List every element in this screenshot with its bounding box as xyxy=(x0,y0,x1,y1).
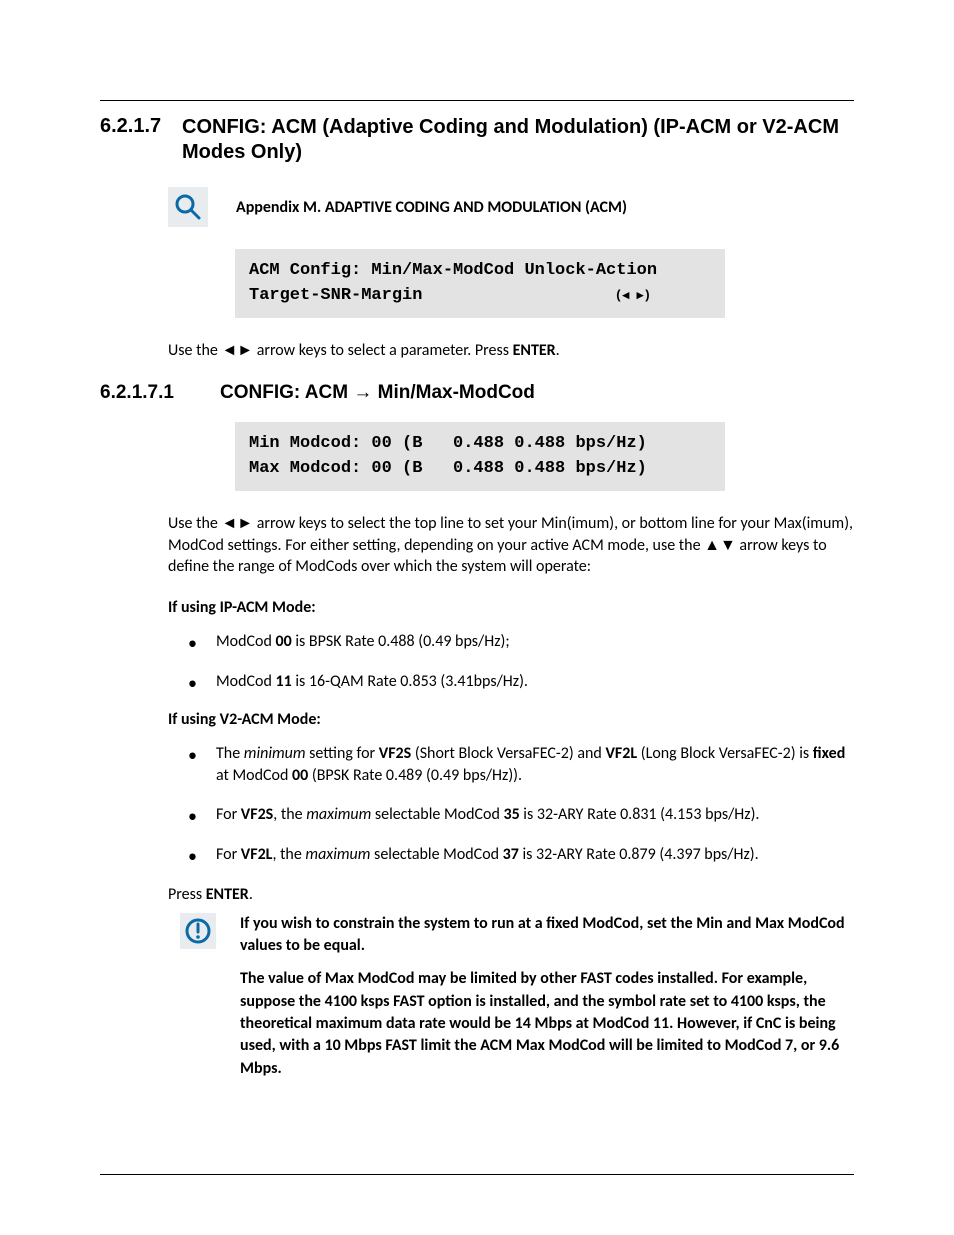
text: The xyxy=(216,744,244,763)
enter-key-label: ENTER xyxy=(513,341,556,360)
subsection-number: 6.2.1.7.1 xyxy=(100,382,220,404)
bottom-rule xyxy=(100,1174,854,1175)
lcd-display-acm-config: ACM Config: Min/Max-ModCod Unlock-Action… xyxy=(235,249,725,318)
list-item: ModCod 00 is BPSK Rate 0.488 (0.49 bps/H… xyxy=(188,631,854,653)
text: is 32-ARY Rate 0.879 (4.397 bps/Hz). xyxy=(519,845,759,864)
text: Press xyxy=(168,885,206,904)
italic-text: minimum xyxy=(244,744,306,763)
text: Min/Max-ModCod xyxy=(372,382,535,403)
list-item: For VF2S, the maximum selectable ModCod … xyxy=(188,804,854,826)
v2-acm-mode-label: If using V2-ACM Mode: xyxy=(168,710,854,729)
code1-line2-left: Target-SNR-Margin xyxy=(249,286,422,305)
left-right-arrows-icon: ◄► xyxy=(221,342,253,359)
right-arrow-icon: → xyxy=(353,382,372,403)
text: Use the xyxy=(168,341,221,360)
v2-acm-bullet-list: The minimum setting for VF2S (Short Bloc… xyxy=(188,743,854,865)
modcod-value: 00 xyxy=(276,632,292,651)
note-text-2: The value of Max ModCod may be limited b… xyxy=(240,968,854,1080)
text: is BPSK Rate 0.488 (0.49 bps/Hz); xyxy=(292,632,510,651)
section-heading: 6.2.1.7 CONFIG: ACM (Adaptive Coding and… xyxy=(100,115,854,165)
up-down-arrows-icon: ▲▼ xyxy=(704,537,736,554)
list-item: ModCod 11 is 16-QAM Rate 0.853 (3.41bps/… xyxy=(188,671,854,693)
appendix-row: Appendix M. ADAPTIVE CODING AND MODULATI… xyxy=(168,187,854,227)
top-rule xyxy=(100,100,854,101)
bold-text: 00 xyxy=(292,766,308,785)
appendix-label: Appendix M. ADAPTIVE CODING AND MODULATI… xyxy=(236,198,627,217)
list-item: The minimum setting for VF2S (Short Bloc… xyxy=(188,743,854,786)
text: , the xyxy=(272,845,305,864)
text: (BPSK Rate 0.489 (0.49 bps/Hz)). xyxy=(308,766,522,785)
text: . xyxy=(249,885,253,904)
text: (Long Block VersaFEC-2) is xyxy=(637,744,813,763)
note-block-1: If you wish to constrain the system to r… xyxy=(180,913,854,956)
enter-key-label: ENTER xyxy=(206,885,249,904)
nav-arrows-icon: (◂ ▸) xyxy=(616,287,651,302)
text: arrow keys to select a parameter. Press xyxy=(253,341,512,360)
text: ModCod xyxy=(216,672,276,691)
bold-text: fixed xyxy=(813,744,845,763)
bold-text: VF2L xyxy=(605,744,637,763)
subsection-heading: 6.2.1.7.1 CONFIG: ACM → Min/Max-ModCod xyxy=(100,382,854,404)
text: For xyxy=(216,805,241,824)
ip-acm-bullet-list: ModCod 00 is BPSK Rate 0.488 (0.49 bps/H… xyxy=(188,631,854,692)
ip-acm-mode-label: If using IP-ACM Mode: xyxy=(168,598,854,617)
code1-line1: ACM Config: Min/Max-ModCod Unlock-Action xyxy=(249,261,657,280)
alert-icon xyxy=(180,913,216,949)
subsection-title: CONFIG: ACM → Min/Max-ModCod xyxy=(220,382,535,404)
bold-text: 35 xyxy=(503,805,519,824)
document-page: 6.2.1.7 CONFIG: ACM (Adaptive Coding and… xyxy=(0,0,954,1235)
bold-text: VF2S xyxy=(379,744,411,763)
text: at ModCod xyxy=(216,766,292,785)
instruction-para-2: Use the ◄► arrow keys to select the top … xyxy=(168,513,854,578)
text: . xyxy=(556,341,560,360)
code2-line2: Max Modcod: 00 (B 0.488 0.488 bps/Hz) xyxy=(249,459,647,478)
lcd-display-modcod: Min Modcod: 00 (B 0.488 0.488 bps/Hz) Ma… xyxy=(235,422,725,491)
modcod-value: 11 xyxy=(276,672,292,691)
section-number: 6.2.1.7 xyxy=(100,115,182,138)
italic-text: maximum xyxy=(305,845,370,864)
instruction-para-1: Use the ◄► arrow keys to select a parame… xyxy=(168,340,854,362)
code2-line1: Min Modcod: 00 (B 0.488 0.488 bps/Hz) xyxy=(249,434,647,453)
note-text-1: If you wish to constrain the system to r… xyxy=(240,913,854,956)
list-item: For VF2L, the maximum selectable ModCod … xyxy=(188,844,854,866)
text: setting for xyxy=(306,744,379,763)
text: is 32-ARY Rate 0.831 (4.153 bps/Hz). xyxy=(520,805,760,824)
magnifier-icon xyxy=(168,187,208,227)
left-right-arrows-icon: ◄► xyxy=(221,515,253,532)
text: ModCod xyxy=(216,632,276,651)
press-enter-para: Press ENTER. xyxy=(168,884,854,906)
text: CONFIG: ACM xyxy=(220,382,353,403)
text: (Short Block VersaFEC-2) and xyxy=(411,744,605,763)
text: selectable ModCod xyxy=(370,845,502,864)
text: Use the xyxy=(168,514,221,533)
section-title: CONFIG: ACM (Adaptive Coding and Modulat… xyxy=(182,115,854,165)
text: is 16-QAM Rate 0.853 (3.41bps/Hz). xyxy=(292,672,528,691)
bold-text: VF2S xyxy=(241,805,273,824)
bold-text: VF2L xyxy=(241,845,273,864)
text: For xyxy=(216,845,241,864)
text: selectable ModCod xyxy=(371,805,503,824)
text: , the xyxy=(273,805,306,824)
bold-text: 37 xyxy=(503,845,519,864)
italic-text: maximum xyxy=(306,805,371,824)
